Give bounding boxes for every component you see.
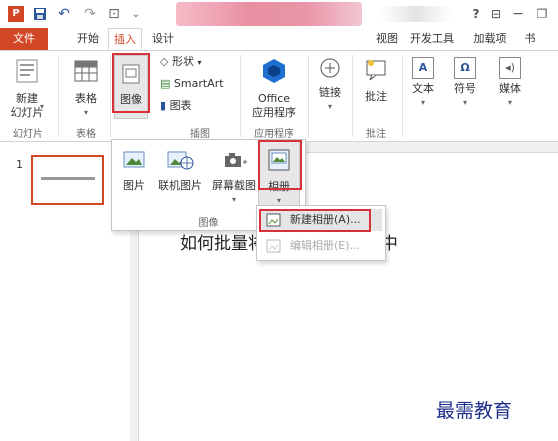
group-separator <box>110 55 111 137</box>
help-icon[interactable]: ? <box>466 4 486 24</box>
slideshow-icon[interactable]: ⊡ <box>104 4 124 24</box>
media-label: 媒体 <box>499 82 521 95</box>
comment-icon <box>366 60 386 81</box>
tab-addins[interactable]: 加载项 <box>466 28 514 50</box>
group-label-illustrations: 插图 <box>190 129 210 140</box>
smartart-icon: ▤ <box>160 77 171 90</box>
screenshot-button[interactable]: 屏幕截图 ▾ <box>208 148 260 207</box>
online-picture-label: 联机图片 <box>158 179 202 192</box>
text-dropdown-icon: ▾ <box>420 98 425 107</box>
chart-button[interactable]: ▮ 图表 <box>160 99 220 113</box>
ribbon: 新建 幻灯片 ▾ 幻灯片 表格 ▾ 表格 图像 ◇ 形状 ▾ ▤ SmartAr… <box>0 50 558 142</box>
group-separator <box>352 55 353 137</box>
slide-thumbnail[interactable] <box>31 155 104 205</box>
text-button[interactable]: A 文本 ▾ <box>406 57 440 110</box>
online-picture-button[interactable]: 联机图片 <box>154 148 206 193</box>
camera-icon <box>225 153 247 167</box>
symbol-dropdown-icon: ▾ <box>462 98 467 107</box>
new-album-highlight <box>259 209 371 232</box>
title-bar: P ↶ ↷ ⊡ ⌄ ? ⊟ − ❐ <box>0 0 558 28</box>
ribbon-display-options-icon[interactable]: ⊟ <box>486 4 506 24</box>
text-icon: A <box>412 57 434 79</box>
group-label-tables: 表格 <box>76 129 96 140</box>
office-apps-button[interactable]: Office 应用程序 <box>244 57 304 120</box>
comment-button[interactable]: 批注 <box>356 57 396 104</box>
new-slide-icon <box>16 59 38 83</box>
chart-label: 图表 <box>169 99 192 112</box>
window-title-blurred <box>176 2 362 26</box>
new-slide-dropdown-icon[interactable]: ▾ <box>40 102 44 111</box>
edit-album-label: 编辑相册(E)... <box>290 239 361 252</box>
group-separator <box>402 55 403 137</box>
slide-number: 1 <box>16 158 23 171</box>
table-label: 表格 <box>75 92 97 105</box>
symbol-label: 符号 <box>454 82 476 95</box>
tab-view[interactable]: 视图 <box>372 28 402 50</box>
symbol-button[interactable]: Ω 符号 ▾ <box>446 57 484 110</box>
shapes-label: 形状 <box>171 55 194 68</box>
group-separator <box>58 55 59 137</box>
album-button-highlight <box>258 140 302 190</box>
album-submenu: 新建相册(A)... 编辑相册(E)... <box>256 205 386 261</box>
picture-button[interactable]: 图片 <box>116 148 152 193</box>
table-dropdown-icon: ▾ <box>83 108 88 117</box>
minimize-icon[interactable]: − <box>508 4 528 24</box>
group-separator <box>308 55 309 137</box>
quick-access-dropdown-icon[interactable]: ⌄ <box>126 4 146 24</box>
smartart-label: SmartArt <box>173 77 224 90</box>
watermark: 最需教育 <box>436 400 513 422</box>
table-icon <box>74 60 98 82</box>
thumbnail-title-line <box>41 177 95 180</box>
office-store-icon <box>263 59 285 83</box>
online-picture-icon <box>167 151 194 170</box>
tab-file[interactable]: 文件 <box>0 28 48 50</box>
media-button[interactable]: ◂) 媒体 ▾ <box>490 57 530 110</box>
comment-label: 批注 <box>365 90 387 103</box>
ribbon-tabs: 文件 开始 插入 设计 视图 开发工具 加载项 书 <box>0 28 558 50</box>
group-label-apps: 应用程序 <box>254 129 294 140</box>
shapes-dropdown-icon: ▾ <box>197 58 202 67</box>
tab-developer[interactable]: 开发工具 <box>404 28 460 50</box>
shapes-icon: ◇ <box>160 55 169 68</box>
link-button[interactable]: 链接 ▾ <box>312 57 348 114</box>
image-button-highlight <box>112 53 150 113</box>
group-label-slides: 幻灯片 <box>13 129 43 140</box>
screenshot-label: 屏幕截图 <box>212 179 256 192</box>
app-logo-icon: P <box>6 4 26 24</box>
edit-album-icon <box>266 239 281 253</box>
omega-icon: Ω <box>454 57 476 79</box>
edit-album-menu-item[interactable]: 编辑相册(E)... <box>260 235 382 257</box>
text-label: 文本 <box>412 82 434 95</box>
window-title-blurred-2 <box>380 6 452 22</box>
undo-icon[interactable]: ↶ <box>54 4 74 24</box>
link-label: 链接 <box>319 86 341 99</box>
media-dropdown-icon: ▾ <box>507 98 512 107</box>
shapes-button[interactable]: ◇ 形状 ▾ <box>160 55 220 70</box>
smartart-button[interactable]: ▤ SmartArt <box>160 77 240 91</box>
picture-icon <box>123 151 145 168</box>
save-icon[interactable] <box>30 4 50 24</box>
chart-icon: ▮ <box>160 99 167 112</box>
redo-icon[interactable]: ↷ <box>80 4 100 24</box>
tab-design[interactable]: 设计 <box>146 28 180 50</box>
table-button[interactable]: 表格 ▾ <box>66 57 106 120</box>
screenshot-dropdown-icon: ▾ <box>231 195 236 204</box>
link-dropdown-icon: ▾ <box>327 102 332 111</box>
restore-icon[interactable]: ❐ <box>532 4 552 24</box>
tab-insert[interactable]: 插入 <box>108 28 142 50</box>
speaker-icon: ◂) <box>499 57 521 79</box>
picture-label: 图片 <box>123 179 145 192</box>
office-apps-label: Office 应用程序 <box>252 92 296 119</box>
tab-home[interactable]: 开始 <box>70 28 106 50</box>
link-icon <box>320 58 340 78</box>
group-label-comments: 批注 <box>366 129 386 140</box>
tab-more[interactable]: 书 <box>520 28 540 50</box>
group-separator <box>240 55 241 137</box>
app-icon-letter: P <box>8 6 24 22</box>
